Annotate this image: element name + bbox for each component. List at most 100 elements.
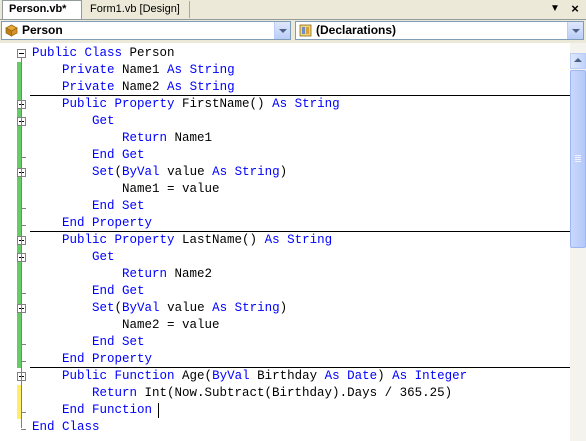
keyword-token: Public: [62, 233, 115, 247]
keyword-token: String: [234, 301, 280, 315]
code-line[interactable]: Set(ByVal value As String): [32, 300, 287, 317]
keyword-token: Date: [347, 369, 378, 383]
tab-person-vb[interactable]: Person.vb*: [2, 0, 82, 19]
code-token: Name2: [174, 267, 213, 281]
grip-line: [575, 161, 581, 162]
class-name-combo[interactable]: Person: [1, 21, 291, 40]
code-line[interactable]: End Property: [32, 351, 152, 368]
keyword-token: Set: [92, 301, 115, 315]
keyword-token: Get: [92, 250, 115, 264]
keyword-token: Get: [122, 148, 145, 162]
text-cursor: [158, 403, 159, 418]
code-line[interactable]: Get: [32, 113, 115, 130]
code-token: Name2: [122, 80, 168, 94]
code-line[interactable]: Private Name2 As String: [32, 79, 235, 96]
keyword-token: Class: [62, 420, 100, 434]
chevron-down-icon[interactable]: ▼: [548, 2, 562, 16]
code-token: Int(Now.Subtract(Birthday).Days / 365.25…: [144, 386, 453, 400]
code-line[interactable]: End Get: [32, 147, 145, 164]
document-tab-strip: Person.vb* Form1.vb [Design] ▼ ×: [0, 0, 586, 20]
keyword-token: As: [264, 233, 288, 247]
code-line[interactable]: End Get: [32, 283, 145, 300]
code-line[interactable]: Private Name1 As String: [32, 62, 235, 79]
outline-line: [21, 58, 22, 428]
tab-label: Person.vb*: [9, 3, 67, 15]
code-line[interactable]: End Class: [32, 419, 100, 436]
keyword-token: Set: [122, 199, 145, 213]
code-line[interactable]: Public Property LastName() As String: [32, 232, 332, 249]
code-line[interactable]: Get: [32, 249, 115, 266]
tab-label: Form1.vb [Design]: [90, 3, 180, 15]
keyword-token: Set: [122, 335, 145, 349]
procedure-separator: [30, 367, 570, 368]
code-line[interactable]: Return Name1: [32, 130, 212, 147]
code-token: Birthday: [257, 369, 325, 383]
outline-end-tick: [21, 225, 26, 226]
code-editor[interactable]: Public Class Person Private Name1 As Str…: [0, 43, 570, 441]
code-line[interactable]: Set(ByVal value As String): [32, 164, 287, 181]
procedure-separator: [30, 231, 570, 232]
outline-end-tick: [21, 344, 26, 345]
code-line[interactable]: End Set: [32, 334, 145, 351]
code-token: ): [279, 301, 288, 315]
vertical-scrollbar[interactable]: [570, 43, 586, 441]
code-line[interactable]: End Property: [32, 215, 152, 232]
code-line[interactable]: Public Function Age(ByVal Birthday As Da…: [32, 368, 467, 385]
code-area[interactable]: Public Class Person Private Name1 As Str…: [0, 43, 570, 441]
keyword-token: End: [62, 352, 93, 366]
keyword-token: End: [62, 403, 93, 417]
code-line[interactable]: Public Class Person: [32, 45, 175, 62]
scroll-thumb[interactable]: [570, 70, 586, 248]
keyword-token: String: [189, 80, 235, 94]
code-token: (: [114, 301, 123, 315]
chevron-down-icon[interactable]: [567, 22, 583, 39]
code-line[interactable]: Name1 = value: [32, 181, 220, 198]
keyword-token: ByVal: [122, 301, 168, 315]
chevron-down-icon[interactable]: [274, 22, 290, 39]
method-name-combo[interactable]: (Declarations): [295, 21, 584, 40]
keyword-token: End: [62, 216, 93, 230]
keyword-token: End: [32, 420, 63, 434]
tab-form1-design[interactable]: Form1.vb [Design]: [84, 1, 190, 18]
code-line[interactable]: Return Int(Now.Subtract(Birthday).Days /…: [32, 385, 452, 402]
keyword-token: Private: [62, 63, 123, 77]
keyword-token: Public: [32, 46, 85, 60]
code-token: ): [377, 369, 393, 383]
code-token: ): [279, 165, 288, 179]
keyword-token: As: [167, 80, 190, 94]
code-line[interactable]: Return Name2: [32, 266, 212, 283]
keyword-token: As: [212, 301, 235, 315]
code-line[interactable]: Name2 = value: [32, 317, 220, 334]
code-token: (: [114, 165, 123, 179]
outline-end-tick: [21, 429, 26, 430]
keyword-token: Return: [122, 131, 175, 145]
code-line[interactable]: End Set: [32, 198, 145, 215]
code-line[interactable]: End Function: [32, 402, 152, 419]
keyword-token: Property: [114, 233, 183, 247]
code-token: Person: [129, 46, 175, 60]
collapse-toggle[interactable]: [17, 49, 26, 58]
keyword-token: Get: [122, 284, 145, 298]
close-icon[interactable]: ×: [568, 2, 582, 16]
keyword-token: Return: [92, 386, 145, 400]
keyword-token: Class: [84, 46, 130, 60]
scroll-up-button[interactable]: [570, 53, 586, 69]
outline-end-tick: [21, 361, 26, 362]
keyword-token: Public: [62, 97, 115, 111]
outline-end-tick: [21, 412, 26, 413]
code-line[interactable]: Public Property FirstName() As String: [32, 96, 340, 113]
code-token: Name2 = value: [32, 318, 220, 332]
